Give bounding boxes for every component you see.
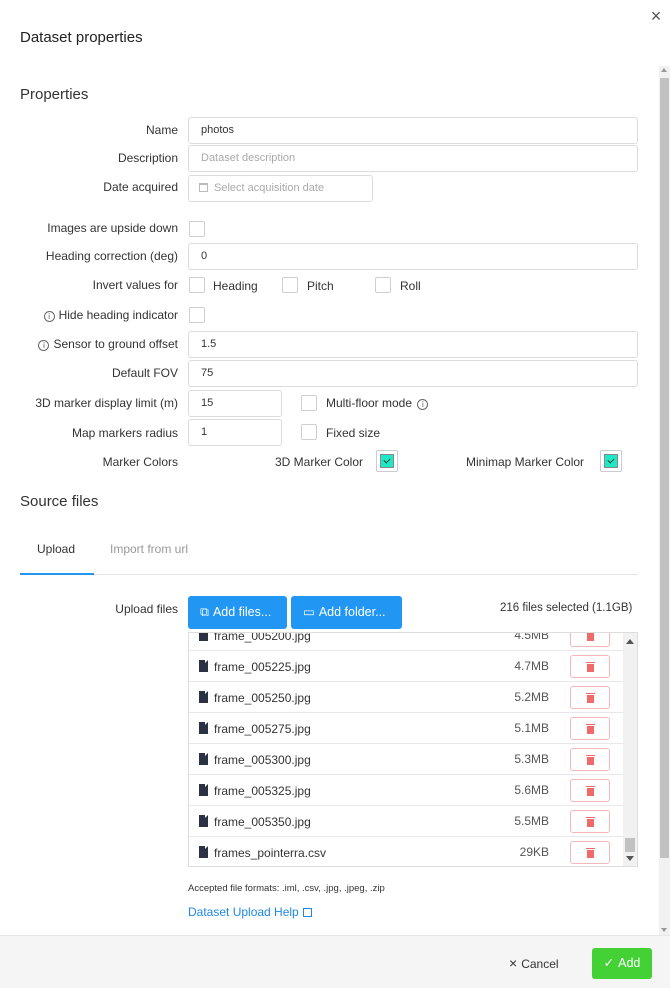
invert-roll-checkbox[interactable]	[375, 277, 391, 293]
description-input[interactable]: Dataset description	[188, 145, 638, 172]
add-folder-button[interactable]: ▭ Add folder...	[291, 596, 402, 629]
file-icon	[199, 753, 208, 765]
upside-down-label: Images are upside down	[47, 221, 178, 235]
file-icon	[199, 691, 208, 703]
upload-files-label: Upload files	[115, 602, 178, 616]
scroll-thumb[interactable]	[625, 838, 635, 852]
list-item: frame_005325.jpg 5.6MB	[189, 775, 625, 806]
description-label: Description	[117, 151, 178, 165]
date-acquired-input[interactable]: Select acquisition date	[188, 175, 373, 202]
tabs-divider	[20, 574, 638, 575]
sensor-offset-label: i Sensor to ground offset	[0, 337, 178, 351]
multi-floor-checkbox[interactable]	[301, 395, 317, 411]
list-item: frame_005300.jpg 5.3MB	[189, 744, 625, 775]
files-selected-summary: 216 files selected (1.1GB)	[500, 602, 633, 614]
scroll-up-icon[interactable]	[626, 639, 634, 644]
file-list[interactable]: frame_005200.jpg 4.5MB frame_005225.jpg …	[188, 632, 638, 867]
invert-heading-label: Heading	[213, 279, 258, 293]
close-icon[interactable]: ×	[645, 6, 667, 28]
delete-file-button[interactable]	[570, 810, 610, 833]
sensor-offset-input[interactable]: 1.5	[188, 331, 638, 358]
invert-values-label: Invert values for	[92, 278, 178, 292]
info-icon: i	[38, 340, 50, 351]
name-label: Name	[145, 123, 178, 137]
file-icon	[199, 633, 208, 641]
color-swatch-icon	[604, 454, 618, 468]
invert-pitch-checkbox[interactable]	[282, 277, 298, 293]
delete-file-button[interactable]	[570, 779, 610, 802]
file-icon	[199, 846, 208, 858]
default-fov-label: Default FOV	[111, 366, 178, 380]
list-item: frame_005225.jpg 4.7MB	[189, 651, 625, 682]
delete-file-button[interactable]	[570, 655, 610, 678]
marker3d-color-picker[interactable]	[376, 450, 398, 472]
cancel-button[interactable]: × Cancel	[509, 955, 559, 971]
list-item: frame_005200.jpg 4.5MB	[189, 633, 625, 651]
invert-roll-label: Roll	[400, 279, 421, 293]
marker-limit-input[interactable]: 15	[188, 390, 282, 417]
delete-file-button[interactable]	[570, 633, 610, 647]
file-icon	[199, 722, 208, 734]
delete-file-button[interactable]	[570, 841, 610, 864]
name-input[interactable]: photos	[188, 117, 638, 144]
minimap-color-label: Minimap Marker Color	[466, 455, 585, 469]
upside-down-checkbox[interactable]	[189, 221, 205, 237]
invert-heading-checkbox[interactable]	[189, 277, 205, 293]
folder-icon: ▭	[303, 605, 315, 619]
info-icon: i	[43, 311, 55, 322]
marker-colors-label: Marker Colors	[102, 455, 178, 469]
multi-floor-label: Multi-floor mode i	[326, 396, 429, 410]
upload-help-link[interactable]: Dataset Upload Help	[188, 905, 312, 919]
scroll-down-icon[interactable]	[626, 856, 634, 861]
date-acquired-label: Date acquired	[103, 180, 178, 194]
hide-heading-checkbox[interactable]	[189, 307, 205, 323]
list-item: frames_pointerra.csv 29KB	[189, 837, 625, 866]
minimap-color-picker[interactable]	[600, 450, 622, 472]
info-icon: i	[417, 399, 429, 410]
markers-radius-input[interactable]: 1	[188, 419, 282, 446]
dialog-scrollbar[interactable]	[659, 66, 670, 936]
markers-radius-label: Map markers radius	[71, 426, 178, 440]
source-section-title: Source files	[20, 493, 99, 510]
tab-upload[interactable]: Upload	[37, 542, 75, 556]
list-item: frame_005250.jpg 5.2MB	[189, 682, 625, 713]
copy-icon: ⧉	[200, 605, 209, 619]
dialog-title: Dataset properties	[20, 29, 143, 46]
check-icon: ✓	[603, 956, 615, 970]
fixed-size-checkbox[interactable]	[301, 424, 317, 440]
invert-pitch-label: Pitch	[307, 279, 334, 293]
file-list-scrollbar[interactable]	[623, 633, 637, 866]
default-fov-input[interactable]: 75	[188, 360, 638, 387]
active-tab-indicator	[20, 573, 94, 575]
file-icon	[199, 784, 208, 796]
date-placeholder: Select acquisition date	[214, 182, 325, 194]
scroll-up-icon[interactable]	[661, 68, 667, 72]
add-files-button[interactable]: ⧉ Add files...	[188, 596, 287, 629]
external-link-icon	[302, 908, 312, 917]
properties-section-title: Properties	[20, 86, 89, 103]
scroll-thumb[interactable]	[660, 78, 669, 858]
close-icon: ×	[509, 955, 518, 971]
delete-file-button[interactable]	[570, 717, 610, 740]
add-button[interactable]: ✓ Add	[592, 948, 652, 979]
color-swatch-icon	[380, 454, 394, 468]
list-item: frame_005275.jpg 5.1MB	[189, 713, 625, 744]
accepted-formats-text: Accepted file formats: .iml, .csv, .jpg,…	[188, 883, 385, 894]
list-item: frame_005350.jpg 5.5MB	[189, 806, 625, 837]
file-icon	[199, 815, 208, 827]
dialog-footer	[0, 935, 670, 988]
calendar-icon	[199, 183, 208, 192]
scroll-down-icon[interactable]	[661, 928, 667, 932]
file-icon	[199, 660, 208, 672]
heading-correction-label: Heading correction (deg)	[45, 249, 178, 263]
hide-heading-label: i Hide heading indicator	[0, 308, 178, 322]
marker3d-color-label: 3D Marker Color	[275, 455, 364, 469]
marker-limit-label: 3D marker display limit (m)	[35, 396, 178, 410]
delete-file-button[interactable]	[570, 748, 610, 771]
delete-file-button[interactable]	[570, 686, 610, 709]
heading-correction-input[interactable]: 0	[188, 243, 638, 270]
fixed-size-label: Fixed size	[326, 426, 381, 440]
tab-import-url[interactable]: Import from url	[110, 542, 188, 556]
